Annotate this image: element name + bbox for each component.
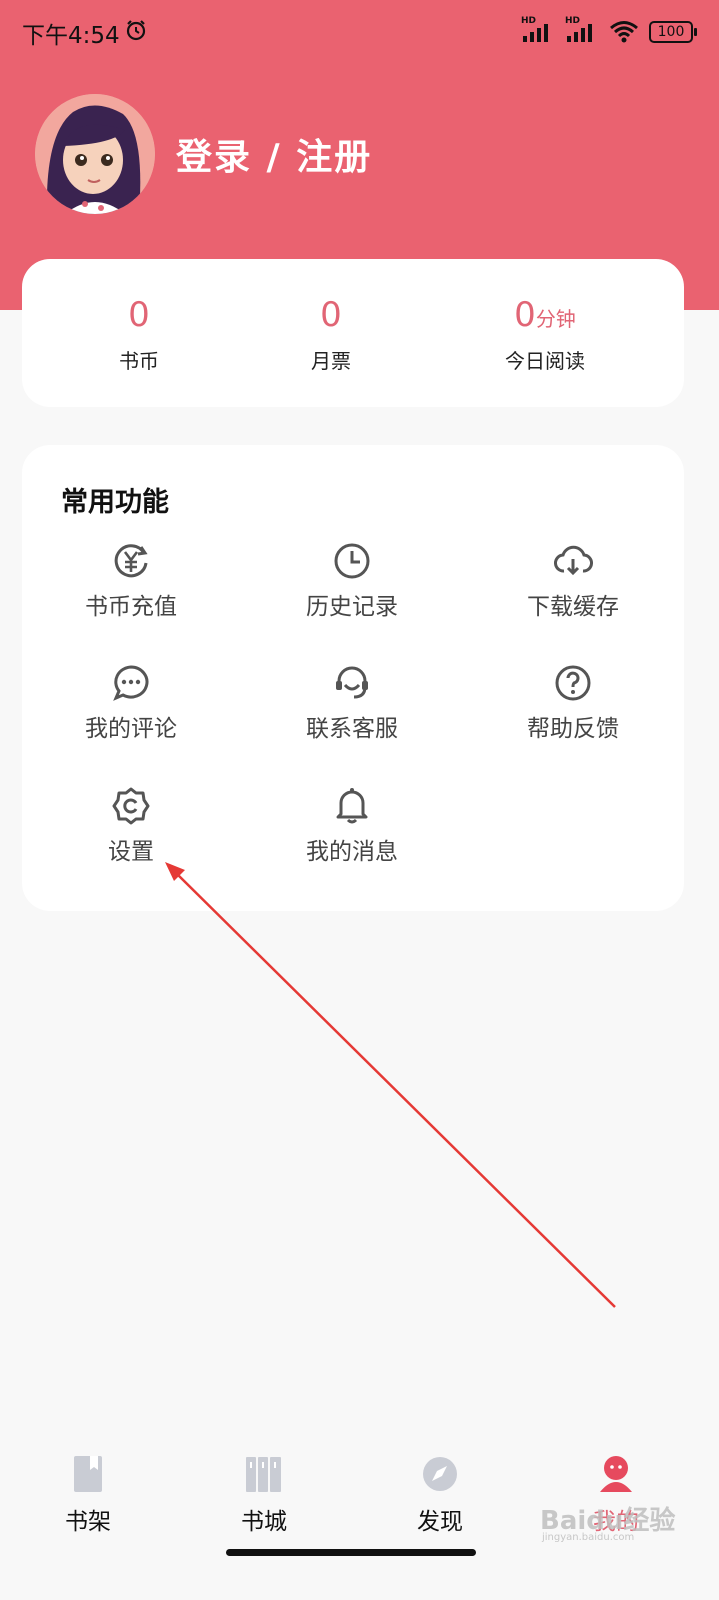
stat-label: 月票 bbox=[311, 349, 351, 373]
watermark-url: jingyan.baidu.com bbox=[542, 1532, 635, 1543]
function-label: 设置 bbox=[108, 839, 154, 865]
tab-bookstore[interactable]: 书城 bbox=[204, 1454, 324, 1536]
signal-icon-1: HD bbox=[521, 16, 555, 44]
tab-label: 发现 bbox=[417, 1509, 463, 1535]
gear-icon bbox=[112, 787, 150, 825]
wifi-icon bbox=[610, 21, 638, 43]
cloud-download-icon bbox=[554, 545, 593, 576]
stat-today-reading[interactable]: 0分钟 今日阅读 bbox=[445, 295, 645, 374]
signal-icon-2: HD bbox=[565, 16, 599, 44]
my-comments-button[interactable]: 我的评论 bbox=[36, 663, 226, 743]
contact-support-button[interactable]: 联系客服 bbox=[257, 663, 447, 743]
stat-value: 0 bbox=[320, 295, 342, 335]
stat-value: 0 bbox=[128, 295, 150, 335]
clock-icon bbox=[334, 543, 370, 579]
compass-icon bbox=[423, 1457, 457, 1491]
help-feedback-button[interactable]: 帮助反馈 bbox=[478, 663, 668, 743]
history-button[interactable]: 历史记录 bbox=[257, 541, 447, 621]
function-label: 我的评论 bbox=[85, 716, 177, 742]
tab-bookshelf[interactable]: 书架 bbox=[28, 1454, 148, 1536]
battery-icon: 100 bbox=[649, 21, 697, 43]
question-icon bbox=[555, 665, 591, 701]
login-register-link[interactable]: 登录 / 注册 bbox=[176, 128, 372, 180]
person-icon bbox=[600, 1456, 632, 1492]
my-messages-button[interactable]: 我的消息 bbox=[257, 786, 447, 866]
function-label: 我的消息 bbox=[306, 839, 398, 865]
common-functions-card: 常用功能 书币充值 历史记录 下载缓存 我的评论 联系客服 帮助反馈 设置 我的… bbox=[22, 445, 684, 911]
stat-coins[interactable]: 0 书币 bbox=[39, 295, 239, 374]
chat-bubble-icon bbox=[113, 665, 149, 701]
status-indicators: HD HD 100 bbox=[521, 16, 697, 44]
cartoon-girl-avatar-icon bbox=[35, 94, 155, 214]
section-title: 常用功能 bbox=[61, 487, 169, 518]
function-label: 联系客服 bbox=[306, 716, 398, 742]
avatar[interactable] bbox=[35, 94, 155, 214]
recharge-coins-button[interactable]: 书币充值 bbox=[36, 541, 226, 621]
home-indicator[interactable] bbox=[226, 1549, 476, 1556]
function-label: 书币充值 bbox=[85, 594, 177, 620]
function-label: 历史记录 bbox=[306, 594, 398, 620]
stat-value: 0分钟 bbox=[514, 295, 576, 335]
tab-discover[interactable]: 发现 bbox=[380, 1454, 500, 1536]
yen-refresh-icon bbox=[114, 544, 148, 578]
stats-card: 0 书币 0 月票 0分钟 今日阅读 bbox=[22, 259, 684, 407]
bookshelf-icon bbox=[246, 1457, 281, 1492]
function-label: 帮助反馈 bbox=[527, 716, 619, 742]
stat-label: 书币 bbox=[119, 349, 159, 373]
status-bar: 下午4:54 HD HD 100 bbox=[0, 0, 719, 64]
tab-label: 书架 bbox=[65, 1509, 111, 1535]
function-label: 下载缓存 bbox=[527, 594, 619, 620]
bookmark-book-icon bbox=[74, 1456, 102, 1492]
stat-monthly-tickets[interactable]: 0 月票 bbox=[231, 295, 431, 374]
stat-label: 今日阅读 bbox=[505, 349, 585, 373]
headset-icon bbox=[336, 666, 368, 699]
download-cache-button[interactable]: 下载缓存 bbox=[478, 541, 668, 621]
tab-label: 书城 bbox=[241, 1509, 287, 1535]
status-time: 下午4:54 bbox=[22, 23, 120, 49]
settings-button[interactable]: 设置 bbox=[36, 786, 226, 866]
bell-icon bbox=[336, 788, 368, 824]
alarm-clock-icon bbox=[126, 20, 146, 41]
